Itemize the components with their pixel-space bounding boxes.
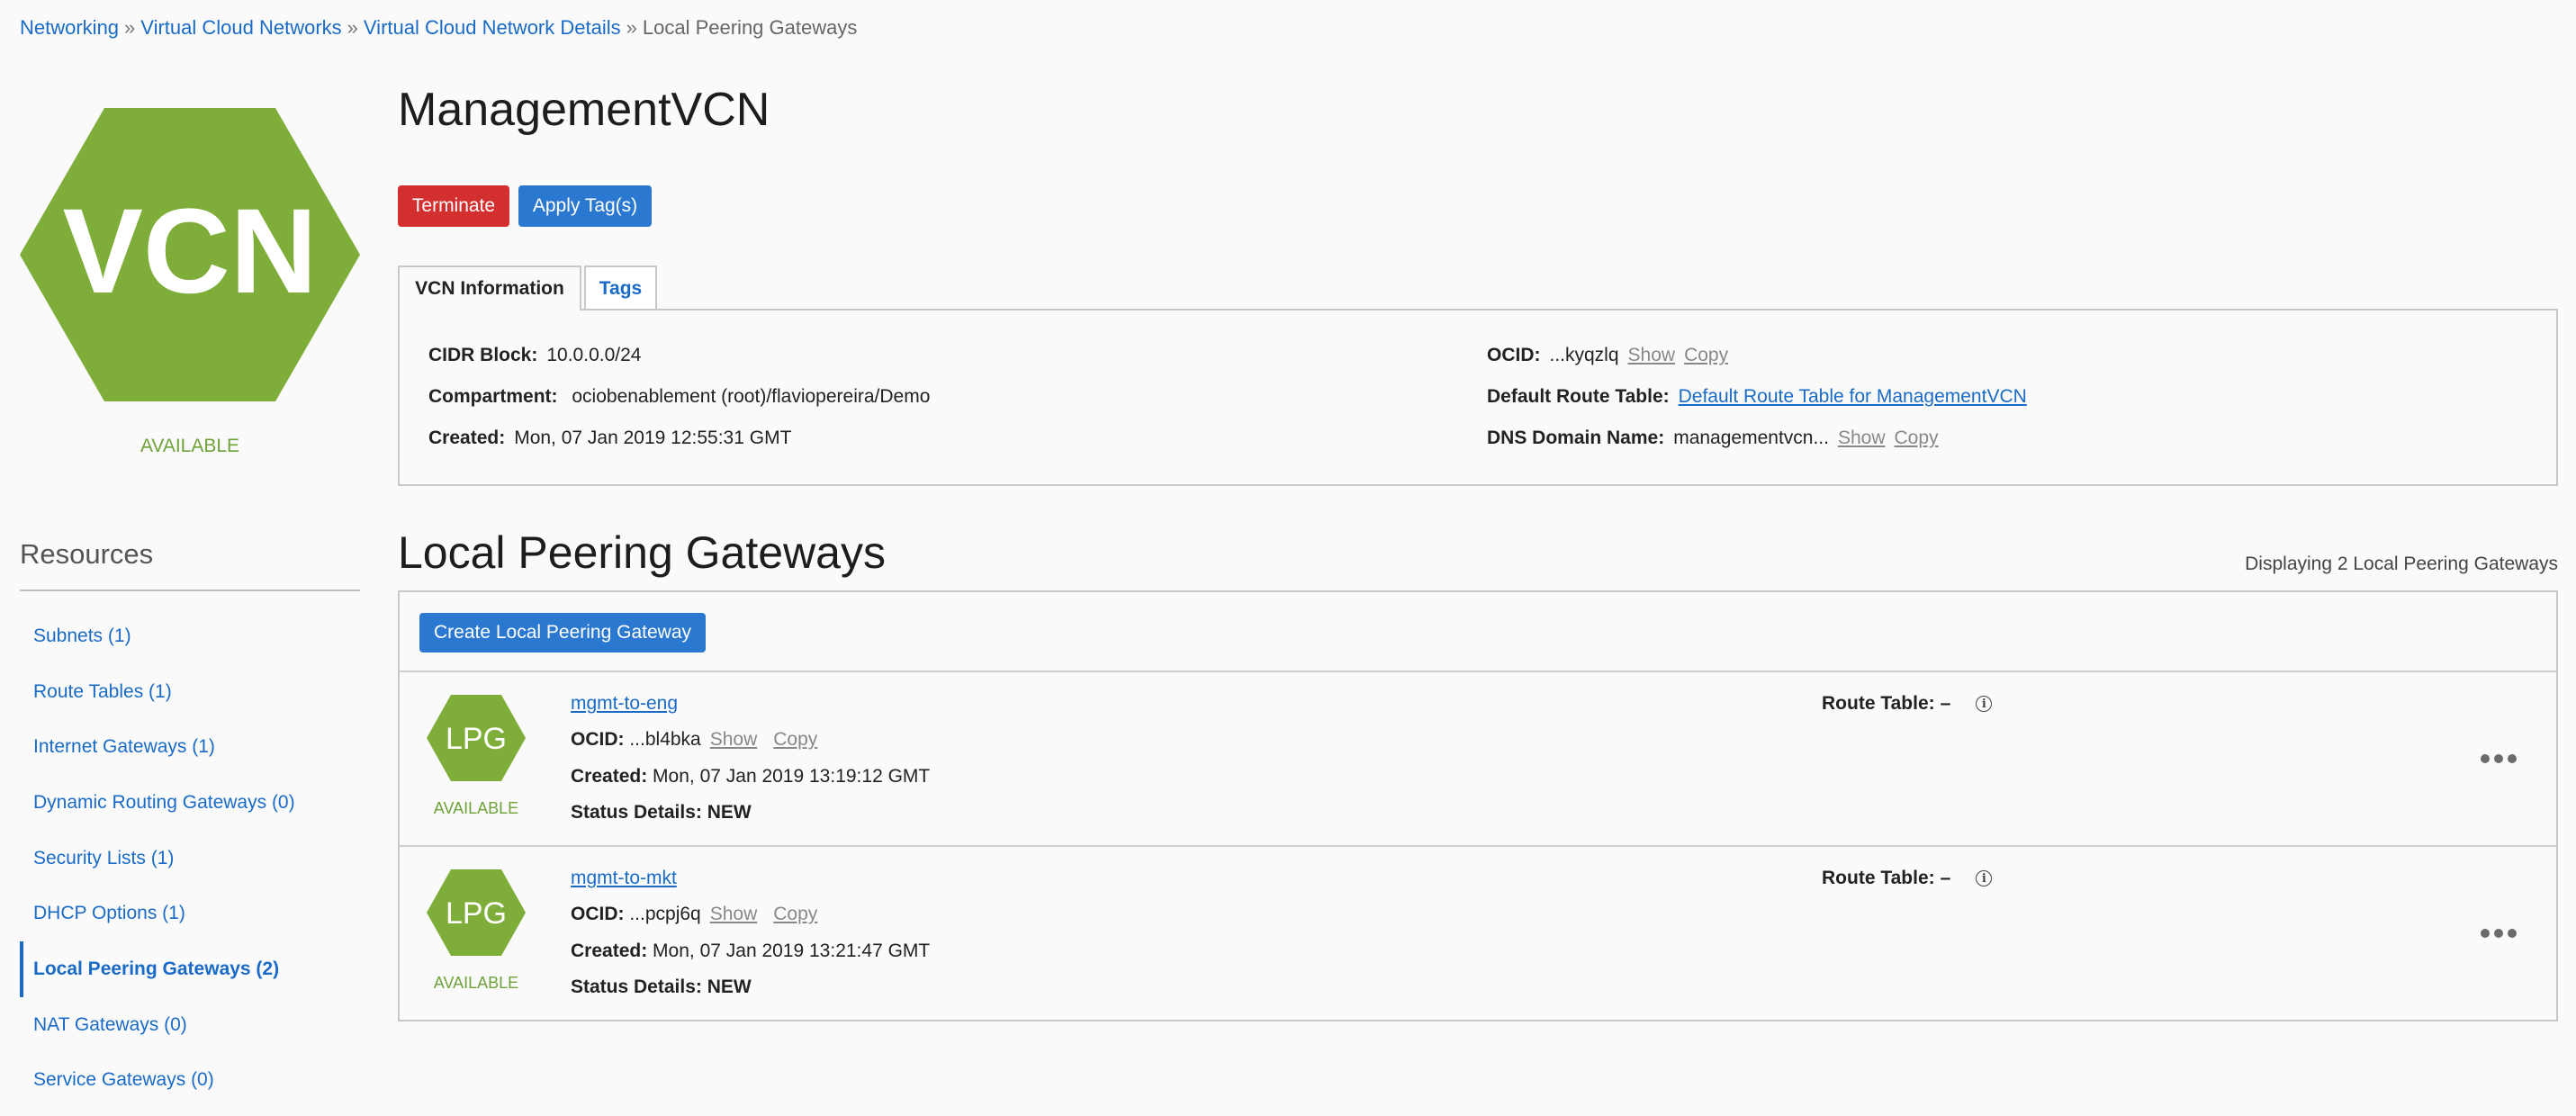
page-title: ManagementVCN (398, 84, 770, 136)
resource-item-subnets[interactable]: Subnets (1) (20, 608, 360, 664)
ocid-row: OCID: ...kyqzlq Show Copy (1487, 345, 1728, 366)
lpg-created-label: Created: (571, 940, 648, 961)
resource-item-security-lists[interactable]: Security Lists (1) (20, 831, 360, 886)
apply-tags-button[interactable]: Apply Tag(s) (518, 185, 652, 227)
default-route-table-label: Default Route Table: (1487, 386, 1670, 407)
dns-copy-link[interactable]: Copy (1895, 428, 1939, 448)
lpg-ocid-show-link[interactable]: Show (710, 729, 758, 750)
ocid-label: OCID: (1487, 345, 1541, 365)
row-divider (400, 670, 2556, 672)
lpg-name-link[interactable]: mgmt-to-mkt (571, 868, 677, 889)
ocid-copy-link[interactable]: Copy (1684, 345, 1728, 365)
ocid-value: ...kyqzlq (1549, 345, 1619, 365)
display-count: Displaying 2 Local Peering Gateways (2245, 554, 2558, 574)
breadcrumb-current: Local Peering Gateways (642, 16, 858, 39)
lpg-route-table-value: – (1940, 868, 1951, 888)
lpg-ocid-value: ...pcpj6q (629, 904, 701, 924)
lpg-ocid-copy-link[interactable]: Copy (773, 729, 817, 750)
cidr-label: CIDR Block: (428, 345, 538, 365)
lpg-ocid-label: OCID: (571, 904, 625, 924)
lpg-status-details-row: Status Details: NEW (571, 802, 752, 824)
tab-tags[interactable]: Tags (584, 266, 657, 310)
created-label: Created: (428, 428, 506, 448)
resource-item-service-gateways[interactable]: Service Gateways (0) (20, 1053, 360, 1109)
lpg-ocid-copy-link[interactable]: Copy (773, 904, 817, 924)
resource-item-nat-gateways[interactable]: NAT Gateways (0) (20, 997, 360, 1053)
vcn-status: AVAILABLE (140, 436, 240, 456)
cidr-row: CIDR Block: 10.0.0.0/24 (428, 345, 641, 366)
vcn-hexagon-icon: VCN (20, 108, 360, 401)
resource-item-route-tables[interactable]: Route Tables (1) (20, 664, 360, 720)
tab-vcn-information[interactable]: VCN Information (398, 266, 581, 310)
terminate-button[interactable]: Terminate (398, 185, 509, 227)
lpg-route-table-label: Route Table: (1822, 868, 1935, 888)
lpg-status-details-row: Status Details: NEW (571, 976, 752, 998)
lpg-route-table: Route Table: – i (1822, 693, 1993, 715)
breadcrumb-separator: » (347, 16, 358, 39)
row-divider (400, 845, 2556, 847)
breadcrumb-separator: » (626, 16, 637, 39)
lpg-route-table-value: – (1940, 693, 1951, 714)
vcn-info-panel: CIDR Block: 10.0.0.0/24 Compartment: ocio… (398, 309, 2558, 486)
compartment-row: Compartment: ociobenablement (root)/flav… (428, 386, 930, 408)
lpg-status-details-label: Status Details: (571, 802, 702, 823)
resource-item-dynamic-routing-gateways[interactable]: Dynamic Routing Gateways (0) (20, 775, 360, 831)
lpg-ocid-row: OCID: ...bl4bka Show Copy (571, 729, 817, 751)
resources-divider (20, 590, 360, 591)
dns-show-link[interactable]: Show (1838, 428, 1886, 448)
lpg-created-row: Created: Mon, 07 Jan 2019 13:21:47 GMT (571, 940, 930, 962)
info-icon[interactable]: i (1976, 870, 1993, 886)
lpg-hexagon-icon: LPG (427, 695, 526, 781)
lpg-created-value: Mon, 07 Jan 2019 13:19:12 GMT (653, 766, 931, 787)
dns-row: DNS Domain Name: managementvcn... Show Copy (1487, 428, 1939, 449)
lpg-status: AVAILABLE (433, 799, 519, 817)
lpg-ocid-value: ...bl4bka (629, 729, 701, 750)
lpg-route-table: Route Table: – i (1822, 868, 1993, 889)
lpg-actions-menu-icon[interactable] (2481, 929, 2517, 938)
compartment-value: ociobenablement (root)/flaviopereira/Dem… (572, 386, 931, 407)
resources-title: Resources (20, 538, 154, 570)
lpg-actions-menu-icon[interactable] (2481, 754, 2517, 763)
lpg-status: AVAILABLE (433, 974, 519, 992)
lpg-ocid-row: OCID: ...pcpj6q Show Copy (571, 904, 817, 925)
lpg-icon-label: LPG (446, 722, 507, 756)
lpg-created-label: Created: (571, 766, 648, 787)
dns-label: DNS Domain Name: (1487, 428, 1665, 448)
cidr-value: 10.0.0.0/24 (546, 345, 642, 365)
breadcrumb: Networking» Virtual Cloud Networks» Virtua… (20, 16, 857, 40)
lpg-created-row: Created: Mon, 07 Jan 2019 13:19:12 GMT (571, 766, 930, 788)
lpg-status-details-value: NEW (707, 976, 752, 997)
lpg-ocid-label: OCID: (571, 729, 625, 750)
compartment-label: Compartment: (428, 386, 558, 407)
resource-item-internet-gateways[interactable]: Internet Gateways (1) (20, 719, 360, 775)
lpg-status-details-value: NEW (707, 802, 752, 823)
lpg-status-details-label: Status Details: (571, 976, 702, 997)
lpg-hexagon-icon: LPG (427, 869, 526, 956)
default-route-table-row: Default Route Table: Default Route Table … (1487, 386, 2027, 408)
default-route-table-link[interactable]: Default Route Table for ManagementVCN (1679, 386, 2027, 407)
lpg-route-table-label: Route Table: (1822, 693, 1935, 714)
lpg-name-link[interactable]: mgmt-to-eng (571, 693, 678, 715)
resource-item-dhcp-options[interactable]: DHCP Options (1) (20, 886, 360, 941)
info-icon[interactable]: i (1976, 696, 1993, 712)
dns-value: managementvcn... (1673, 428, 1829, 448)
section-title: Local Peering Gateways (398, 527, 886, 578)
breadcrumb-separator: » (124, 16, 136, 39)
resources-list: Subnets (1) Route Tables (1) Internet Ga… (20, 608, 360, 1108)
vcn-icon-label: VCN (63, 184, 318, 319)
lpg-icon-label: LPG (446, 896, 507, 931)
create-lpg-button[interactable]: Create Local Peering Gateway (419, 613, 706, 652)
lpg-created-value: Mon, 07 Jan 2019 13:21:47 GMT (653, 940, 931, 961)
resource-item-local-peering-gateways[interactable]: Local Peering Gateways (2) (20, 941, 360, 997)
created-row: Created: Mon, 07 Jan 2019 12:55:31 GMT (428, 428, 791, 449)
breadcrumb-networking[interactable]: Networking (20, 16, 119, 39)
breadcrumb-vcn-details[interactable]: Virtual Cloud Network Details (364, 16, 621, 39)
ocid-show-link[interactable]: Show (1628, 345, 1676, 365)
lpg-ocid-show-link[interactable]: Show (710, 904, 758, 924)
breadcrumb-virtual-cloud-networks[interactable]: Virtual Cloud Networks (140, 16, 341, 39)
created-value: Mon, 07 Jan 2019 12:55:31 GMT (514, 428, 792, 448)
